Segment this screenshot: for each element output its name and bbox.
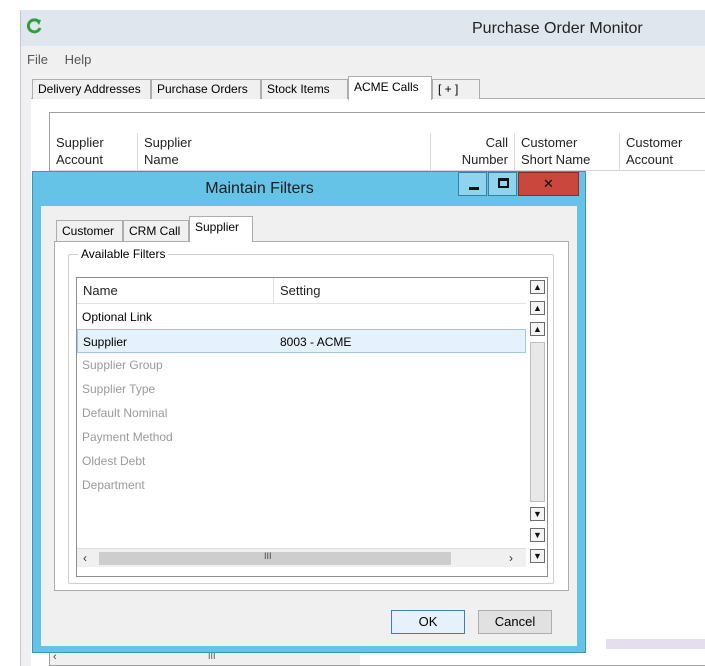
tab-purchase-orders[interactable]: Purchase Orders bbox=[151, 79, 261, 99]
group-caption: Available Filters bbox=[78, 247, 169, 261]
tab-acme-calls[interactable]: ACME Calls bbox=[348, 76, 432, 100]
col-setting[interactable]: Setting bbox=[274, 278, 526, 304]
grid-header: Supplier Account Supplier Name Call Numb… bbox=[50, 131, 705, 171]
filters-vertical-scrollbar[interactable]: ▲ ▲ ▲ ▼ ▼ ▼ bbox=[526, 278, 547, 576]
scroll-grip: III bbox=[264, 551, 272, 561]
tab-add[interactable]: [ + ] bbox=[432, 79, 480, 99]
tab-supplier[interactable]: Supplier bbox=[189, 216, 253, 242]
refresh-arrow-icon bbox=[26, 18, 42, 34]
tab-stock-items[interactable]: Stock Items bbox=[261, 79, 348, 99]
horizontal-scroll-thumb[interactable]: III bbox=[99, 551, 451, 565]
move-top-icon[interactable]: ▲ bbox=[530, 301, 545, 315]
main-titlebar: Purchase Order Monitor bbox=[21, 10, 705, 46]
dialog-title: Maintain Filters bbox=[205, 180, 314, 197]
col-customer-account[interactable]: Customer Account bbox=[620, 133, 705, 171]
dialog-client: Available Filters Name Setting Optional … bbox=[41, 206, 577, 646]
ok-button[interactable]: OK bbox=[391, 610, 465, 634]
close-button[interactable]: ✕ bbox=[518, 172, 579, 196]
maximize-icon bbox=[498, 178, 509, 188]
list-item[interactable]: Supplier Type bbox=[77, 377, 526, 401]
col-call-number[interactable]: Call Number bbox=[431, 133, 515, 171]
minimize-icon bbox=[469, 187, 479, 190]
list-item[interactable]: Default Nominal bbox=[77, 401, 526, 425]
list-item[interactable]: Supplier Group bbox=[77, 353, 526, 377]
col-supplier-name[interactable]: Supplier Name bbox=[138, 133, 431, 171]
menu-file[interactable]: File bbox=[27, 52, 48, 67]
minimize-button[interactable] bbox=[458, 172, 487, 196]
cancel-button[interactable]: Cancel bbox=[478, 610, 552, 634]
list-item[interactable]: Department bbox=[77, 473, 526, 497]
col-name[interactable]: Name bbox=[77, 278, 274, 304]
tab-crm-call[interactable]: CRM Call bbox=[123, 220, 189, 241]
maximize-button[interactable] bbox=[488, 172, 517, 196]
move-down-icon[interactable]: ▼ bbox=[530, 549, 545, 563]
close-icon: ✕ bbox=[543, 176, 554, 191]
filters-list-header: Name Setting bbox=[77, 278, 526, 304]
menubar: File Help bbox=[27, 52, 104, 70]
window-title: Purchase Order Monitor bbox=[472, 20, 643, 37]
menu-help[interactable]: Help bbox=[65, 52, 92, 67]
dialog-tab-panel: Available Filters Name Setting Optional … bbox=[54, 241, 569, 591]
move-up-icon[interactable]: ▲ bbox=[530, 280, 545, 294]
col-supplier-account[interactable]: Supplier Account bbox=[50, 133, 138, 171]
list-item[interactable]: Oldest Debt bbox=[77, 449, 526, 473]
tab-delivery-addresses[interactable]: Delivery Addresses bbox=[32, 79, 151, 99]
move-bottom-icon[interactable]: ▼ bbox=[530, 528, 545, 542]
vertical-scroll-track[interactable] bbox=[530, 342, 545, 502]
scroll-up-icon[interactable]: ▲ bbox=[530, 322, 545, 336]
list-item-selected[interactable]: Supplier 8003 - ACME bbox=[77, 329, 526, 353]
available-filters-group: Available Filters Name Setting Optional … bbox=[68, 247, 554, 584]
scroll-right-icon[interactable]: › bbox=[509, 551, 513, 565]
tab-customer[interactable]: Customer bbox=[56, 220, 123, 241]
grid-horizontal-scrollbar[interactable]: ‹ III bbox=[50, 651, 360, 665]
grid-footer-strip bbox=[606, 639, 705, 649]
scroll-left-icon[interactable]: ‹ bbox=[83, 551, 87, 565]
scroll-down-icon[interactable]: ▼ bbox=[530, 507, 545, 521]
filters-list: Name Setting Optional Link Supplier 8003… bbox=[76, 277, 548, 577]
maintain-filters-dialog: Maintain Filters ✕ Available Filters Nam… bbox=[32, 171, 586, 653]
list-item[interactable]: Optional Link bbox=[77, 305, 526, 329]
col-customer-short-name[interactable]: Customer Short Name bbox=[515, 133, 620, 171]
filters-rows: Optional Link Supplier 8003 - ACME Suppl… bbox=[77, 305, 526, 497]
list-item[interactable]: Payment Method bbox=[77, 425, 526, 449]
filters-horizontal-scrollbar[interactable]: ‹ III › bbox=[77, 548, 526, 567]
